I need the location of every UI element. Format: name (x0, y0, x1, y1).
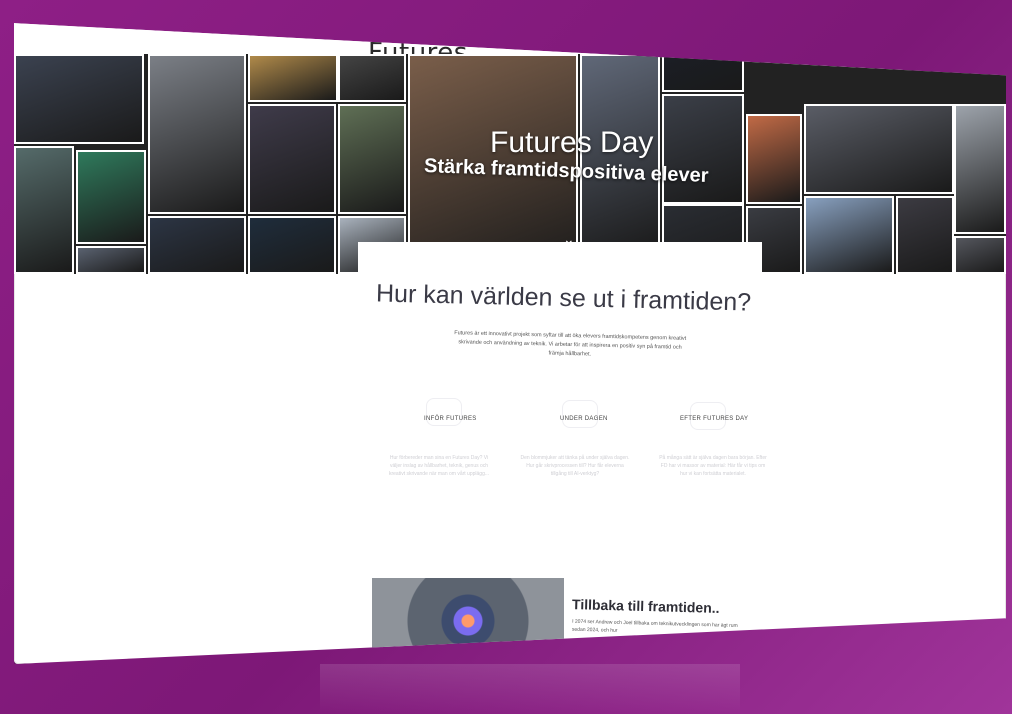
hero-image-tile (338, 54, 406, 102)
hero-image-tile (76, 246, 146, 274)
hero-image-tile (662, 54, 744, 92)
hero-image-tile (954, 104, 1006, 234)
column-heading-efter[interactable]: EFTER FUTURES DAY (680, 416, 748, 422)
hero-image-tile (804, 196, 894, 274)
hero-image-tile (248, 54, 338, 102)
hero-image-tile (248, 216, 336, 274)
column-text-efter: På många sätt är själva dagen bara börja… (659, 455, 767, 477)
article-image[interactable] (372, 578, 564, 664)
hero-image-tile (148, 54, 246, 214)
hero-image-tile (896, 196, 954, 274)
hero-image-tile (248, 104, 336, 214)
hero-image-tile (76, 150, 146, 244)
hero-image-tile (338, 104, 406, 214)
column-text-under: Den blommjuker att tänka på under själva… (520, 455, 630, 477)
hero-image-tile (14, 54, 144, 144)
page-reflection (320, 664, 740, 714)
hero-image-tile (14, 146, 74, 274)
hero-image-tile (804, 104, 954, 194)
hero-title: Futures Day (490, 126, 654, 159)
column-heading-infor[interactable]: INFÖR FUTURES (424, 416, 477, 422)
column-icon-2 (562, 400, 598, 428)
article-excerpt: I 2074 ser Andrew och Joel tillbaka om t… (571, 618, 738, 634)
column-heading-under[interactable]: UNDER DAGEN (560, 416, 608, 422)
column-text-infor: Hur förbereder man sina en Futures Day? … (388, 455, 490, 477)
hero-image-tile (746, 114, 802, 204)
intro-text: Futures är ett innovativt projekt som sy… (454, 330, 687, 358)
content-card-top (358, 242, 762, 282)
hero-image-tile (148, 216, 246, 274)
page-title: Hur kan världen se ut i framtiden? (375, 279, 752, 317)
browser-page: Futures Om⌄Inför Futures Day⌄Under dagen… (14, 23, 1006, 664)
article-title[interactable]: Tillbaka till framtiden.. (572, 596, 720, 616)
hero-image-tile (954, 236, 1006, 274)
